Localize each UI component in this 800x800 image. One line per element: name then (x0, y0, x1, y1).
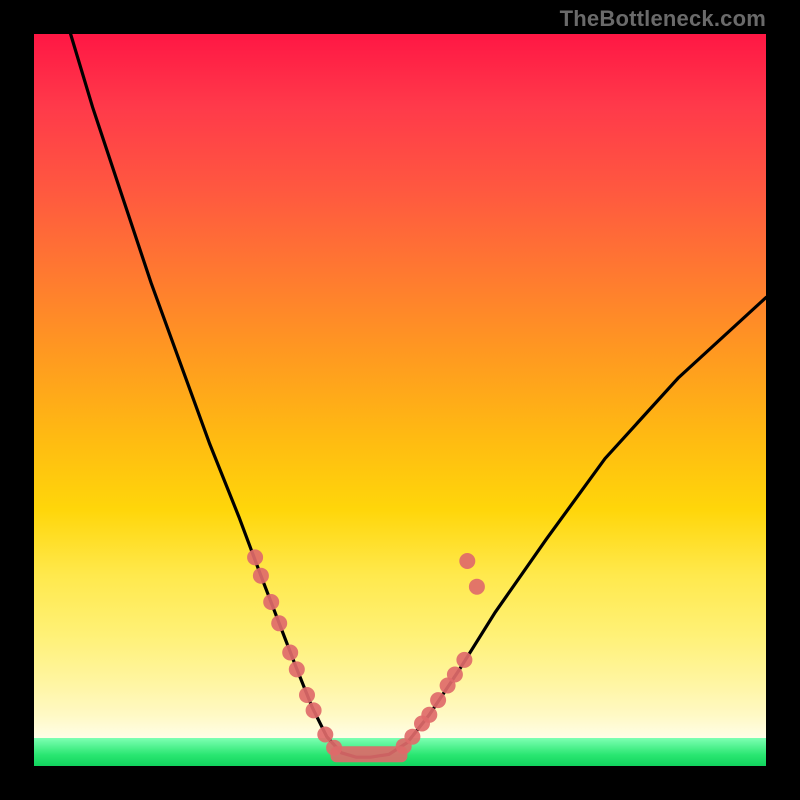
attribution-label: TheBottleneck.com (560, 6, 766, 32)
plot-area (34, 34, 766, 766)
curve-marker (299, 687, 315, 703)
bottom-flat-bar (331, 746, 408, 762)
curve-marker (263, 594, 279, 610)
bottleneck-curve (71, 34, 766, 757)
curve-marker (447, 667, 463, 683)
curve-marker (289, 661, 305, 677)
chart-frame: TheBottleneck.com (0, 0, 800, 800)
curve-marker (456, 652, 472, 668)
curve-marker (282, 645, 298, 661)
curve-marker (306, 702, 322, 718)
curve-marker (430, 692, 446, 708)
curve-markers (247, 549, 485, 755)
curve-marker (421, 707, 437, 723)
curve-marker (247, 549, 263, 565)
bottleneck-curve-svg (34, 34, 766, 766)
curve-marker (404, 729, 420, 745)
curve-marker (317, 727, 333, 743)
curve-marker (253, 568, 269, 584)
curve-marker (459, 553, 475, 569)
curve-marker (469, 579, 485, 595)
curve-marker (271, 615, 287, 631)
